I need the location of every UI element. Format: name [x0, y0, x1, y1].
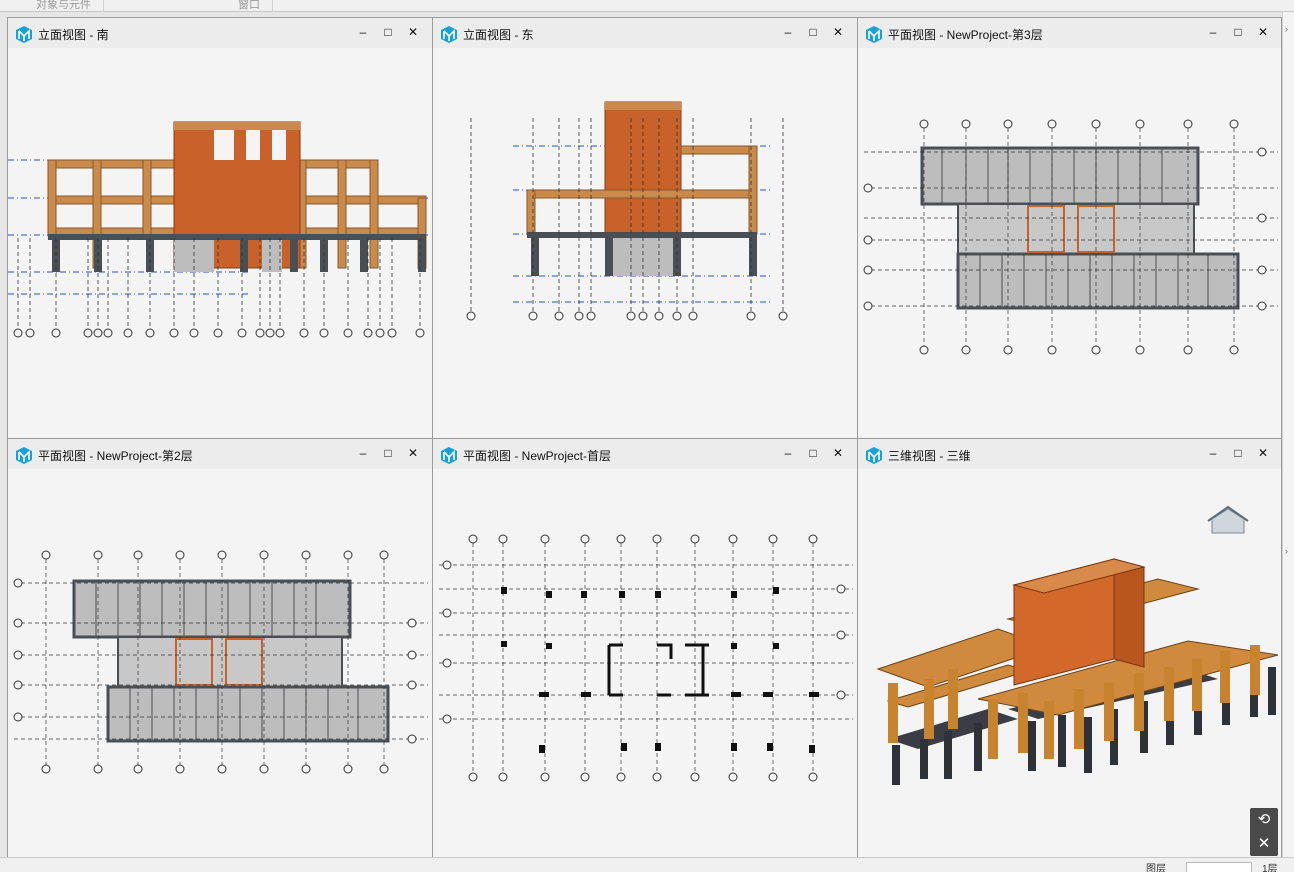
pane-elevation-south[interactable]: 立面视图 - 南 – □ ✕: [7, 17, 433, 439]
close-button[interactable]: ✕: [405, 445, 421, 461]
cube-logo-icon: [441, 447, 457, 464]
close-button[interactable]: ✕: [405, 24, 421, 40]
plan-floor2-drawing[interactable]: [8, 469, 433, 858]
close-icon[interactable]: ✕: [1250, 832, 1278, 856]
pane-title: 三维视图 - 三维: [888, 449, 971, 463]
cube-logo-icon: [16, 26, 32, 43]
dock-arrow-icon[interactable]: ›: [1285, 24, 1288, 34]
minimize-button[interactable]: –: [1205, 24, 1221, 40]
layer-label: 图层: [1146, 864, 1166, 872]
nav-toolbar: ⟲ ✕: [1250, 808, 1278, 856]
pane-titlebar: 立面视图 - 南 – □ ✕: [8, 18, 432, 48]
pane-title: 平面视图 - NewProject-第2层: [38, 449, 193, 463]
close-button[interactable]: ✕: [830, 24, 846, 40]
pane-title: 立面视图 - 东: [463, 28, 534, 42]
pane-titlebar: 平面视图 - NewProject-第3层 – □ ✕: [858, 18, 1281, 48]
minimize-button[interactable]: –: [780, 445, 796, 461]
maximize-button[interactable]: □: [805, 24, 821, 40]
pane-titlebar: 立面视图 - 东 – □ ✕: [433, 18, 857, 48]
right-dock-strip[interactable]: › ›: [1282, 12, 1294, 857]
pane-plan-floor3[interactable]: 平面视图 - NewProject-第3层 – □ ✕: [857, 17, 1282, 439]
cube-logo-icon: [866, 26, 882, 43]
pane-titlebar: 平面视图 - NewProject-首层 – □ ✕: [433, 439, 857, 469]
maximize-button[interactable]: □: [805, 445, 821, 461]
maximize-button[interactable]: □: [1230, 24, 1246, 40]
cube-logo-icon: [441, 26, 457, 43]
pane-titlebar: 平面视图 - NewProject-第2层 – □ ✕: [8, 439, 432, 469]
house-icon[interactable]: [1207, 505, 1249, 534]
top-toolbar: 对象与元件 窗口: [0, 0, 1294, 12]
pane-titlebar: 三维视图 - 三维 – □ ✕: [858, 439, 1281, 469]
maximize-button[interactable]: □: [1230, 445, 1246, 461]
close-button[interactable]: ✕: [830, 445, 846, 461]
pane-title: 立面视图 - 南: [38, 28, 109, 42]
maximize-button[interactable]: □: [380, 445, 396, 461]
tab-objects[interactable]: 对象与元件: [24, 0, 104, 12]
pane-title: 平面视图 - NewProject-首层: [463, 449, 612, 463]
elevation-south-drawing[interactable]: [8, 48, 433, 439]
rotate-icon[interactable]: ⟲: [1250, 808, 1278, 832]
close-button[interactable]: ✕: [1255, 24, 1271, 40]
pane-3d-view[interactable]: 三维视图 - 三维 – □ ✕: [857, 438, 1282, 858]
close-button[interactable]: ✕: [1255, 445, 1271, 461]
level-label: 1层: [1262, 864, 1278, 872]
tab-window[interactable]: 窗口: [226, 0, 273, 12]
pane-title: 平面视图 - NewProject-第3层: [888, 28, 1043, 42]
model-3d-drawing[interactable]: [858, 469, 1282, 858]
minimize-button[interactable]: –: [1205, 445, 1221, 461]
plan-ground-drawing[interactable]: [433, 469, 858, 858]
cube-logo-icon: [866, 447, 882, 464]
minimize-button[interactable]: –: [780, 24, 796, 40]
app-window: 对象与元件 窗口 立面视图 - 南 – □ ✕ 立面视图 - 东 – □ ✕ 平…: [0, 0, 1294, 872]
maximize-button[interactable]: □: [380, 24, 396, 40]
plan-floor3-drawing[interactable]: [858, 48, 1282, 439]
pane-plan-floor2[interactable]: 平面视图 - NewProject-第2层 – □ ✕: [7, 438, 433, 858]
elevation-east-drawing[interactable]: [433, 48, 858, 439]
minimize-button[interactable]: –: [355, 445, 371, 461]
pane-elevation-east[interactable]: 立面视图 - 东 – □ ✕: [432, 17, 858, 439]
minimize-button[interactable]: –: [355, 24, 371, 40]
dock-arrow-icon[interactable]: ›: [1285, 546, 1288, 556]
layer-select[interactable]: [1186, 862, 1252, 872]
cube-logo-icon: [16, 447, 32, 464]
pane-plan-ground[interactable]: 平面视图 - NewProject-首层 – □ ✕: [432, 438, 858, 858]
status-bar: 图层 1层: [0, 857, 1294, 872]
